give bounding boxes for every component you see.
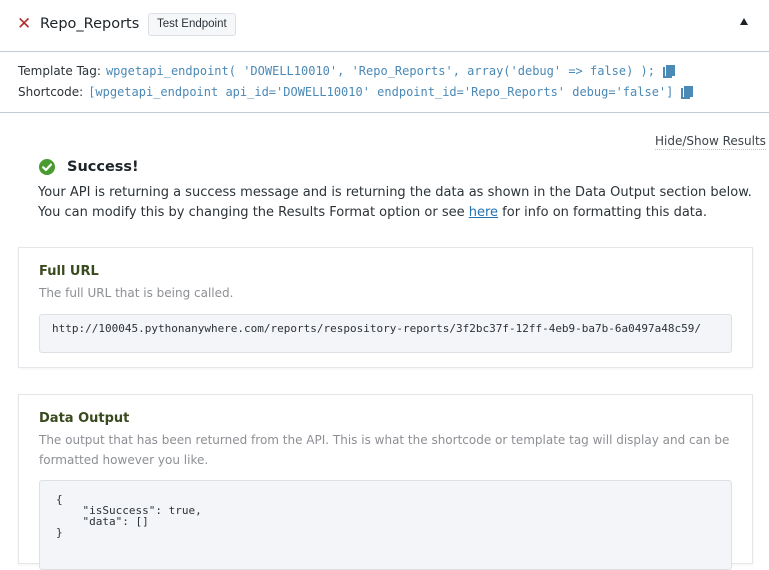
close-x-icon[interactable]: ✕ — [17, 14, 31, 34]
copy-icon[interactable] — [663, 64, 676, 78]
data-output-title: Data Output — [39, 411, 130, 426]
tags-section: Template Tag: wpgetapi_endpoint( 'DOWELL… — [0, 52, 769, 113]
copy-icon[interactable] — [681, 85, 694, 99]
template-tag-row: Template Tag: wpgetapi_endpoint( 'DOWELL… — [18, 62, 676, 80]
shortcode-label: Shortcode: — [18, 85, 84, 99]
full-url-description: The full URL that is being called. — [39, 286, 234, 300]
here-link[interactable]: here — [469, 205, 498, 220]
data-output-card: Data Output The output that has been ret… — [18, 394, 753, 570]
endpoint-header: ✕ Repo_Reports Test Endpoint — [0, 0, 769, 52]
success-line-2-tail: for info on formatting this data. — [498, 205, 707, 220]
caret-up-icon[interactable] — [740, 18, 748, 25]
template-tag-label: Template Tag: — [18, 64, 101, 78]
success-line-2-text: You can modify this by changing the Resu… — [38, 205, 469, 220]
full-url-title: Full URL — [39, 264, 99, 279]
endpoint-name: Repo_Reports — [40, 16, 140, 32]
data-output-description: The output that has been returned from t… — [39, 433, 730, 467]
template-tag-code[interactable]: wpgetapi_endpoint( 'DOWELL10010', 'Repo_… — [106, 62, 655, 80]
success-line-2: You can modify this by changing the Resu… — [38, 203, 758, 223]
hide-show-results-link[interactable]: Hide/Show Results — [655, 133, 766, 150]
full-url-value[interactable]: http://100045.pythonanywhere.com/reports… — [39, 314, 732, 353]
success-title: Success! — [67, 159, 139, 175]
shortcode-code[interactable]: [wpgetapi_endpoint api_id='DOWELL10010' … — [88, 83, 673, 101]
shortcode-row: Shortcode: [wpgetapi_endpoint api_id='DO… — [18, 83, 694, 101]
full-url-card: Full URL The full URL that is being call… — [18, 247, 753, 368]
test-endpoint-button[interactable]: Test Endpoint — [148, 13, 236, 36]
check-circle-icon — [39, 159, 55, 175]
data-output-value[interactable]: { "isSuccess": true, "data": [] } — [39, 480, 732, 570]
success-line-1: Your API is returning a success message … — [38, 185, 752, 200]
success-message: Your API is returning a success message … — [38, 183, 758, 223]
